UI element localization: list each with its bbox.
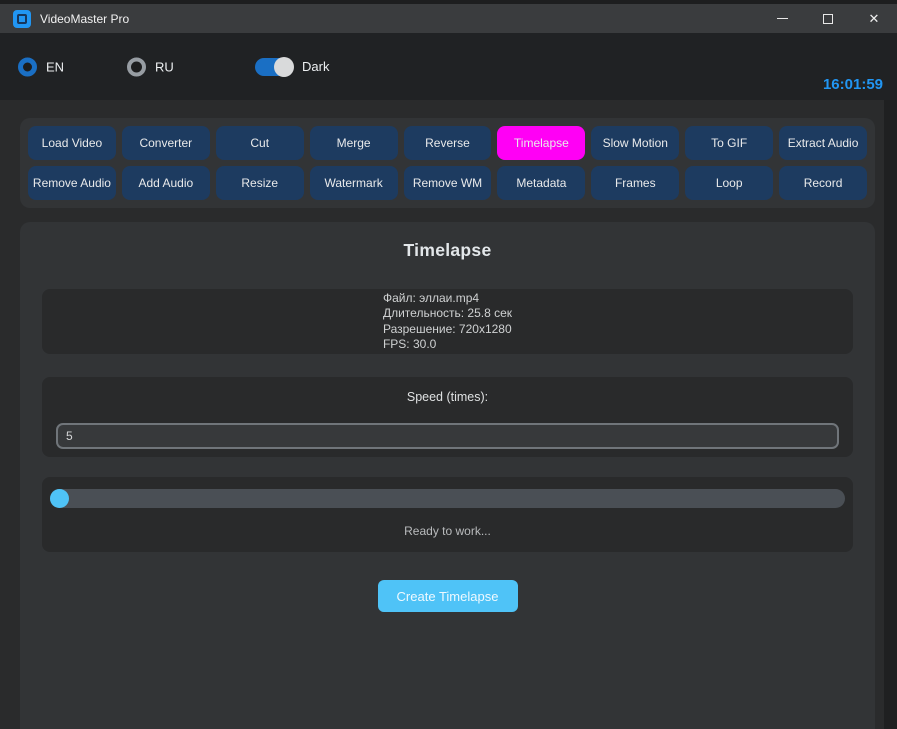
toolbar-button-watermark[interactable]: Watermark [310, 166, 398, 200]
close-button[interactable]: ✕ [851, 4, 897, 33]
toolbar-button-cut[interactable]: Cut [216, 126, 304, 160]
app-logo-inner-square [17, 14, 27, 24]
toolbar-button-record[interactable]: Record [779, 166, 867, 200]
toolbar-button-frames[interactable]: Frames [591, 166, 679, 200]
toolbar-button-resize[interactable]: Resize [216, 166, 304, 200]
toolbar-button-extract-audio[interactable]: Extract Audio [779, 126, 867, 160]
header-bar: EN RU Dark 16:01:59 16.11.2025 [0, 33, 897, 100]
toolbar-button-converter[interactable]: Converter [122, 126, 210, 160]
dark-mode-toggle[interactable] [255, 58, 293, 76]
toolbar-button-remove-audio[interactable]: Remove Audio [28, 166, 116, 200]
window-controls: ✕ [759, 4, 897, 33]
progress-knob-icon [50, 489, 69, 508]
speed-box: Speed (times): [42, 377, 853, 457]
radio-en-label: EN [46, 59, 64, 74]
theme-toggle-group[interactable]: Dark [255, 58, 329, 76]
clock-time: 16:01:59 [823, 76, 883, 93]
maximize-icon [823, 14, 833, 24]
radio-ru-label: RU [155, 59, 174, 74]
toolbar-grid: Load VideoConverterCutMergeReverseTimela… [20, 118, 875, 208]
theme-toggle-label: Dark [302, 59, 329, 74]
toolbar-button-load-video[interactable]: Load Video [28, 126, 116, 160]
file-info-fps: FPS: 30.0 [383, 337, 512, 353]
toolbar-button-add-audio[interactable]: Add Audio [122, 166, 210, 200]
maximize-button[interactable] [805, 4, 851, 33]
toolbar-button-merge[interactable]: Merge [310, 126, 398, 160]
toolbar-button-to-gif[interactable]: To GIF [685, 126, 773, 160]
minimize-icon [777, 18, 788, 20]
toolbar-button-timelapse[interactable]: Timelapse [497, 126, 585, 160]
page-title: Timelapse [20, 240, 875, 261]
speed-input[interactable] [56, 423, 839, 449]
toolbar-button-metadata[interactable]: Metadata [497, 166, 585, 200]
close-icon: ✕ [869, 12, 880, 25]
toolbar-button-remove-wm[interactable]: Remove WM [404, 166, 492, 200]
file-info-lines: Файл: эллаи.mp4 Длительность: 25.8 сек Р… [383, 291, 512, 353]
file-info-duration: Длительность: 25.8 сек [383, 306, 512, 322]
progress-box: Ready to work... [42, 477, 853, 552]
toggle-knob [274, 57, 294, 77]
status-text: Ready to work... [42, 524, 853, 538]
timelapse-panel: Timelapse Файл: эллаи.mp4 Длительность: … [20, 222, 875, 729]
toolbar-button-loop[interactable]: Loop [685, 166, 773, 200]
right-edge-band [884, 100, 897, 729]
title-bar: VideoMaster Pro ✕ [0, 0, 897, 33]
create-timelapse-button[interactable]: Create Timelapse [378, 580, 518, 612]
toolbar-button-slow-motion[interactable]: Slow Motion [591, 126, 679, 160]
toolbar-button-reverse[interactable]: Reverse [404, 126, 492, 160]
window-title: VideoMaster Pro [40, 12, 129, 26]
app-logo-icon [13, 10, 31, 28]
language-option-ru[interactable]: RU [127, 57, 174, 76]
file-info-box: Файл: эллаи.mp4 Длительность: 25.8 сек Р… [42, 289, 853, 354]
file-info-resolution: Разрешение: 720x1280 [383, 322, 512, 338]
speed-label: Speed (times): [42, 390, 853, 405]
radio-en-icon[interactable] [18, 57, 37, 76]
language-option-en[interactable]: EN [18, 57, 64, 76]
radio-ru-icon[interactable] [127, 57, 146, 76]
main-area: Load VideoConverterCutMergeReverseTimela… [0, 100, 897, 729]
minimize-button[interactable] [759, 4, 805, 33]
progress-bar [50, 489, 845, 508]
file-info-name: Файл: эллаи.mp4 [383, 291, 512, 307]
